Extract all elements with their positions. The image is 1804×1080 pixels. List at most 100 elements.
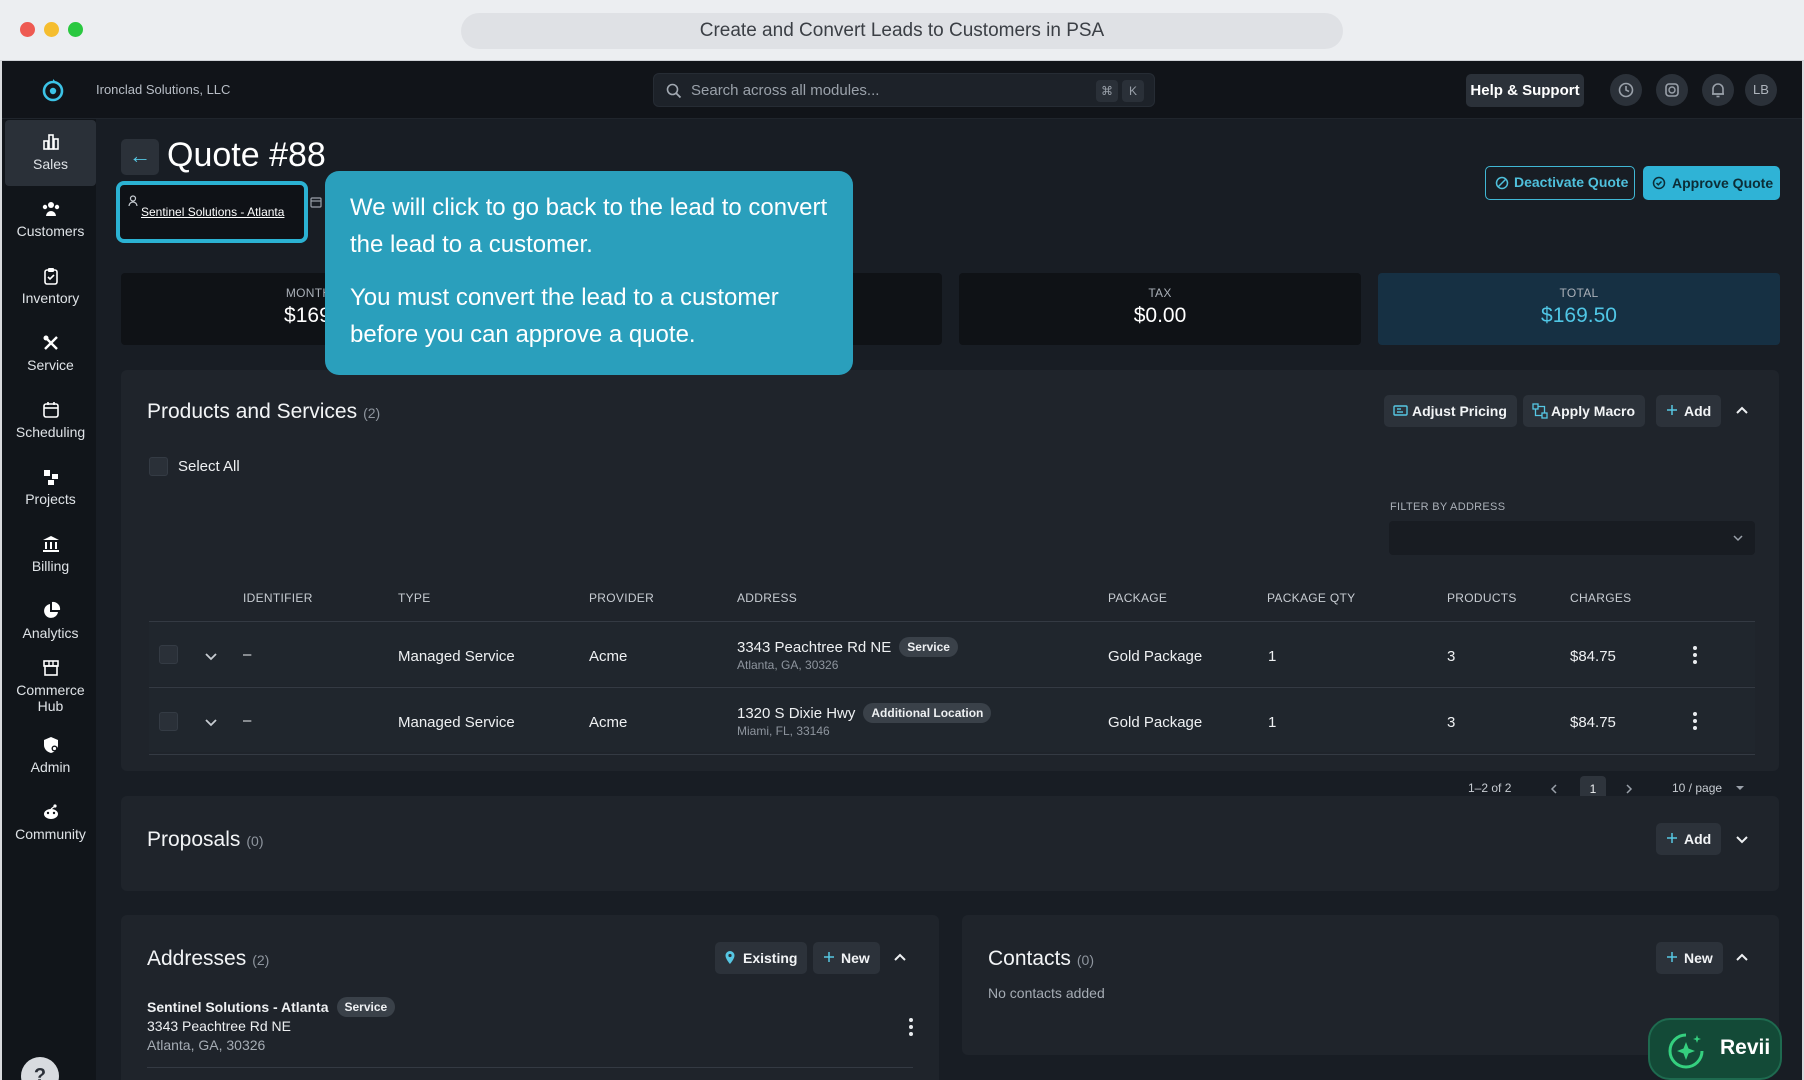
app-logo-icon[interactable] [40,77,66,103]
identifier-cell: – [243,646,252,663]
close-window-button[interactable] [20,22,35,37]
row-checkbox[interactable] [159,712,178,731]
column-header-provider: PROVIDER [589,591,655,605]
address-type-badge: Additional Location [863,703,992,723]
sidebar-item-label: Service [27,357,74,373]
provider-cell: Acme [589,648,628,665]
plus-icon [1667,952,1677,962]
section-title-text: Products and Services [147,400,358,423]
address-item-city: Atlanta, GA, 30326 [147,1037,266,1053]
sidebar-item-admin[interactable]: Admin [5,723,96,789]
history-icon [1618,82,1634,98]
chevron-down-icon[interactable] [202,647,220,665]
sidebar-item-customers[interactable]: Customers [5,187,96,253]
column-header-type: TYPE [398,591,431,605]
adjust-pricing-label: Adjust Pricing [1412,403,1507,419]
chevron-down-icon [1733,535,1743,542]
revii-assistant-button[interactable]: Revii [1648,1018,1782,1080]
new-contact-button[interactable]: New [1656,942,1723,974]
add-product-button[interactable]: Add [1656,395,1722,427]
community-icon [43,804,58,819]
chevron-up-icon[interactable] [1733,949,1751,967]
plus-icon [1667,405,1677,415]
lead-link[interactable]: Sentinel Solutions - Atlanta [116,181,308,243]
address-line: 3343 Peachtree Rd NE [737,639,892,656]
filter-by-address-select[interactable] [1389,521,1755,555]
revii-label: Revii [1720,1036,1771,1059]
sidebar-item-label: Customers [16,223,85,239]
sidebar-item-label: Admin [30,759,71,775]
select-all-checkbox[interactable] [149,457,168,476]
sidebar-item-label: Sales [32,156,69,172]
approve-quote-button[interactable]: Approve Quote [1643,166,1780,200]
chevron-up-icon[interactable] [1733,402,1751,420]
adjust-pricing-button[interactable]: Adjust Pricing [1384,395,1517,427]
column-header-address: ADDRESS [737,591,798,605]
page-size-select[interactable]: 10 / page [1672,781,1745,795]
add-label: Add [1684,403,1712,419]
company-name: Ironclad Solutions, LLC [96,82,231,97]
tooltip-line-1: We will click to go back to the lead to … [350,194,828,258]
row-menu-kebab-icon[interactable] [1693,646,1697,667]
maximize-window-button[interactable] [68,22,83,37]
section-count: (0) [1076,952,1094,968]
history-button[interactable] [1610,74,1642,106]
package-cell: Gold Package [1108,648,1203,665]
column-header-charges: CHARGES [1570,591,1632,605]
notifications-button[interactable] [1702,74,1734,106]
chevron-left-icon[interactable] [1548,783,1560,795]
address-type-badge: Service [336,997,396,1017]
chevron-up-icon[interactable] [891,949,909,967]
address-city: Miami, FL, 33146 [737,724,830,738]
sidebar-item-sales[interactable]: Sales [5,120,96,186]
global-search[interactable]: Search across all modules... ⌘ K [653,73,1155,107]
sidebar-item-inventory[interactable]: Inventory [5,254,96,320]
chevron-down-icon[interactable] [1733,830,1751,848]
address-item-line: 3343 Peachtree Rd NE [147,1018,291,1034]
add-proposal-button[interactable]: Add [1656,823,1722,855]
existing-label: Existing [743,950,798,966]
user-avatar[interactable]: LB [1745,74,1777,106]
row-checkbox[interactable] [159,645,178,664]
timer-button[interactable] [1656,74,1688,106]
new-label: New [841,950,870,966]
projects-icon [43,470,58,485]
section-count: (2) [252,952,270,968]
ban-icon [1495,176,1509,190]
sidebar-item-service[interactable]: Service [5,321,96,387]
apply-macro-button[interactable]: Apply Macro [1523,395,1646,427]
timer-icon [1665,83,1679,97]
tutorial-tooltip: We will click to go back to the lead to … [325,171,853,375]
row-menu-kebab-icon[interactable] [1693,712,1697,733]
person-icon [128,195,138,207]
back-button[interactable]: ← [121,139,159,175]
address-menu-kebab-icon[interactable] [909,1018,913,1039]
new-address-button[interactable]: New [813,942,880,974]
sidebar-item-billing[interactable]: Billing [5,522,96,588]
stat-label: TOTAL [1559,286,1599,300]
app: Ironclad Solutions, LLC Search across al… [2,61,1802,1080]
calendar-icon [310,197,322,208]
pricing-icon [1393,405,1408,416]
filter-by-address-label: FILTER BY ADDRESS [1390,501,1506,513]
help-support-button[interactable]: Help & Support [1466,74,1584,107]
column-header-products: PRODUCTS [1447,591,1517,605]
sidebar-item-community[interactable]: Community [5,790,96,856]
section-title-text: Addresses [147,947,247,970]
sidebar-item-label: Scheduling [15,424,86,440]
deactivate-quote-button[interactable]: Deactivate Quote [1485,166,1635,200]
minimize-window-button[interactable] [44,22,59,37]
sidebar-item-label-2: Hub [37,698,64,714]
sidebar-item-label: Analytics [22,625,79,641]
identifier-cell: – [243,712,252,729]
kbd-k: K [1122,80,1144,102]
sidebar-item-scheduling[interactable]: Scheduling [5,388,96,454]
sidebar-item-projects[interactable]: Projects [5,455,96,521]
proposals-section-title: Proposals (0) [147,828,264,852]
package-qty-cell: 1 [1268,648,1277,665]
existing-address-button[interactable]: Existing [715,942,808,974]
chevron-down-icon[interactable] [202,713,220,731]
sidebar-item-commerce-hub[interactable]: Commerce Hub [5,646,96,722]
sidebar-item-label: Community [15,826,86,842]
chevron-right-icon[interactable] [1623,783,1635,795]
